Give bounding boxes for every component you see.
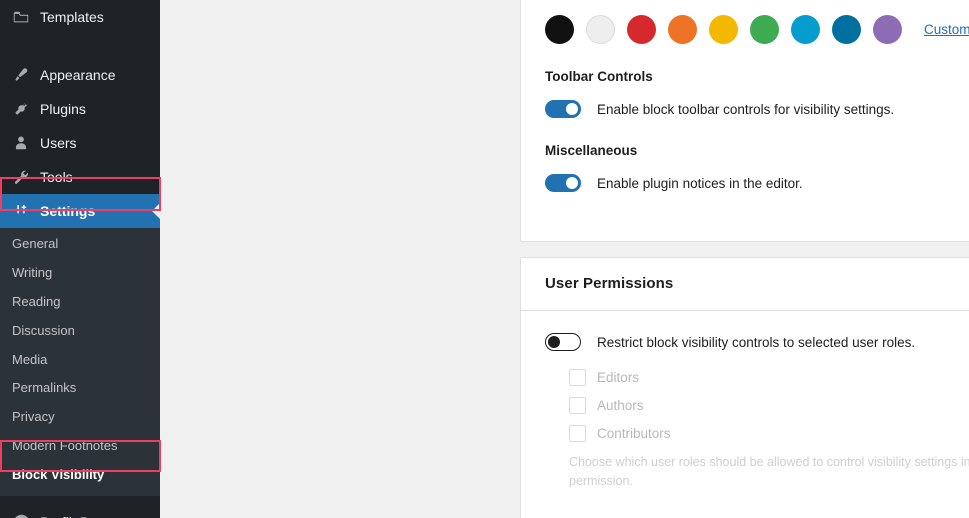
menu-separator xyxy=(0,496,160,500)
sidebar-item-settings[interactable]: Settings xyxy=(0,194,160,228)
profilepress-icon xyxy=(11,512,31,518)
custom-color-link[interactable]: Custom co xyxy=(924,22,969,37)
restrict-toggle-row: Restrict block visibility controls to se… xyxy=(545,333,969,351)
checkbox-authors[interactable] xyxy=(569,397,586,414)
sidebar-item-users[interactable]: Users xyxy=(0,126,160,160)
checkbox-editors[interactable] xyxy=(569,369,586,386)
user-permissions-title: User Permissions xyxy=(545,275,674,292)
color-swatch-green[interactable] xyxy=(750,15,779,44)
role-label-contributors: Contributors xyxy=(597,426,671,441)
user-roles-help-text: Choose which user roles should be allowe… xyxy=(569,455,969,489)
color-swatch-purple[interactable] xyxy=(873,15,902,44)
current-menu-arrow xyxy=(152,203,160,219)
sidebar-item-tools[interactable]: Tools xyxy=(0,160,160,194)
admin-screen: Templates Appearance Plugins Users Tools xyxy=(0,0,969,518)
toolbar-controls-toggle-row: Enable block toolbar controls for visibi… xyxy=(545,100,969,118)
sidebar-item-label: Plugins xyxy=(40,101,86,117)
color-swatch-white[interactable] xyxy=(586,15,615,44)
submenu-item-reading[interactable]: Reading xyxy=(0,288,160,317)
role-label-authors: Authors xyxy=(597,398,644,413)
user-permissions-header: User Permissions xyxy=(521,258,969,311)
role-label-editors: Editors xyxy=(597,370,640,385)
sidebar-item-label: Settings xyxy=(40,203,96,219)
general-settings-panel: Custom co Toolbar Controls Enable block … xyxy=(520,0,969,242)
sidebar-item-appearance[interactable]: Appearance xyxy=(0,58,160,92)
sidebar-item-label: Templates xyxy=(40,9,104,25)
color-swatch-blue[interactable] xyxy=(832,15,861,44)
toolbar-controls-heading: Toolbar Controls xyxy=(545,69,653,84)
submenu-item-permalinks[interactable]: Permalinks xyxy=(0,374,160,403)
submenu-item-general[interactable]: General xyxy=(0,230,160,259)
role-row-contributors: Contributors xyxy=(569,425,969,442)
miscellaneous-toggle-row: Enable plugin notices in the editor. xyxy=(545,174,969,192)
submenu-item-writing[interactable]: Writing xyxy=(0,259,160,288)
sidebar-item-label: Users xyxy=(40,135,77,151)
toggle-knob xyxy=(566,177,578,189)
settings-submenu: General Writing Reading Discussion Media… xyxy=(0,228,160,497)
sidebar-item-label: Tools xyxy=(40,169,73,185)
users-icon xyxy=(11,133,31,153)
submenu-item-modern-footnotes[interactable]: Modern Footnotes xyxy=(0,432,160,461)
toggle-knob xyxy=(548,336,560,348)
toolbar-controls-toggle[interactable] xyxy=(545,100,581,118)
sidebar-item-templates[interactable]: Templates xyxy=(0,0,160,34)
plugins-icon xyxy=(11,99,31,119)
color-swatch-yellow[interactable] xyxy=(709,15,738,44)
checkbox-contributors[interactable] xyxy=(569,425,586,442)
color-swatch-row: Custom co xyxy=(545,9,969,44)
tools-icon xyxy=(11,167,31,187)
role-row-editors: Editors xyxy=(569,369,969,386)
sidebar-item-label: Appearance xyxy=(40,67,116,83)
templates-icon xyxy=(11,7,31,27)
plugin-notices-toggle[interactable] xyxy=(545,174,581,192)
settings-icon xyxy=(11,201,31,221)
color-swatch-light-blue[interactable] xyxy=(791,15,820,44)
color-swatch-orange[interactable] xyxy=(668,15,697,44)
submenu-item-block-visibility[interactable]: Block Visibility xyxy=(0,461,160,490)
role-row-authors: Authors xyxy=(569,397,969,414)
user-permissions-panel: User Permissions Restrict block visibili… xyxy=(520,257,969,518)
restrict-roles-toggle[interactable] xyxy=(545,333,581,351)
submenu-item-privacy[interactable]: Privacy xyxy=(0,403,160,432)
sidebar-item-plugins[interactable]: Plugins xyxy=(0,92,160,126)
submenu-item-media[interactable]: Media xyxy=(0,346,160,375)
restrict-roles-toggle-label: Restrict block visibility controls to se… xyxy=(597,334,916,350)
plugin-notices-toggle-label: Enable plugin notices in the editor. xyxy=(597,175,803,191)
toolbar-controls-toggle-label: Enable block toolbar controls for visibi… xyxy=(597,101,895,117)
user-roles-checkbox-list: Editors Authors Contributors Choose whic… xyxy=(569,369,969,492)
toggle-knob xyxy=(566,103,578,115)
miscellaneous-heading: Miscellaneous xyxy=(545,143,638,158)
sidebar-item-profilepress[interactable]: ProfilePress xyxy=(0,505,160,518)
submenu-item-discussion[interactable]: Discussion xyxy=(0,317,160,346)
color-swatch-black[interactable] xyxy=(545,15,574,44)
admin-sidebar: Templates Appearance Plugins Users Tools xyxy=(0,0,160,518)
content-area: Custom co Toolbar Controls Enable block … xyxy=(160,0,969,518)
color-swatch-red[interactable] xyxy=(627,15,656,44)
appearance-icon xyxy=(11,65,31,85)
